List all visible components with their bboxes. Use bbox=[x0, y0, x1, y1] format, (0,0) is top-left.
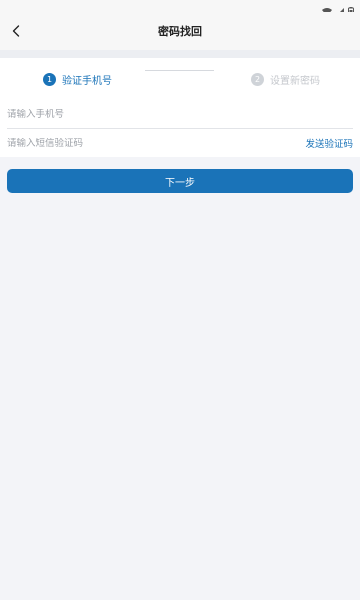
phone-input[interactable] bbox=[7, 108, 267, 120]
back-button[interactable] bbox=[6, 21, 26, 41]
phone-row bbox=[7, 100, 353, 129]
step-connector bbox=[145, 70, 214, 71]
code-row: 发送验证码 bbox=[7, 129, 353, 157]
header-divider bbox=[0, 50, 360, 58]
next-wrap: 下一步 bbox=[0, 157, 360, 193]
step-set-password: 2 设置新密码 bbox=[251, 72, 320, 87]
step-label: 设置新密码 bbox=[270, 76, 320, 87]
form-card: 1 验证手机号 2 设置新密码 发送验证码 bbox=[0, 58, 360, 157]
page-title: 密码找回 bbox=[158, 25, 202, 38]
step-number: 2 bbox=[251, 73, 264, 86]
next-button[interactable]: 下一步 bbox=[7, 169, 353, 193]
step-number: 1 bbox=[43, 73, 56, 86]
step-indicator: 1 验证手机号 2 设置新密码 bbox=[0, 58, 360, 100]
send-code-button[interactable]: 发送验证码 bbox=[305, 136, 353, 150]
sms-code-input[interactable] bbox=[7, 137, 267, 149]
header: 密码找回 bbox=[0, 12, 360, 50]
chevron-left-icon bbox=[11, 22, 21, 41]
status-bar bbox=[0, 0, 360, 17]
step-label: 验证手机号 bbox=[62, 76, 112, 87]
step-verify-phone: 1 验证手机号 bbox=[43, 72, 112, 87]
